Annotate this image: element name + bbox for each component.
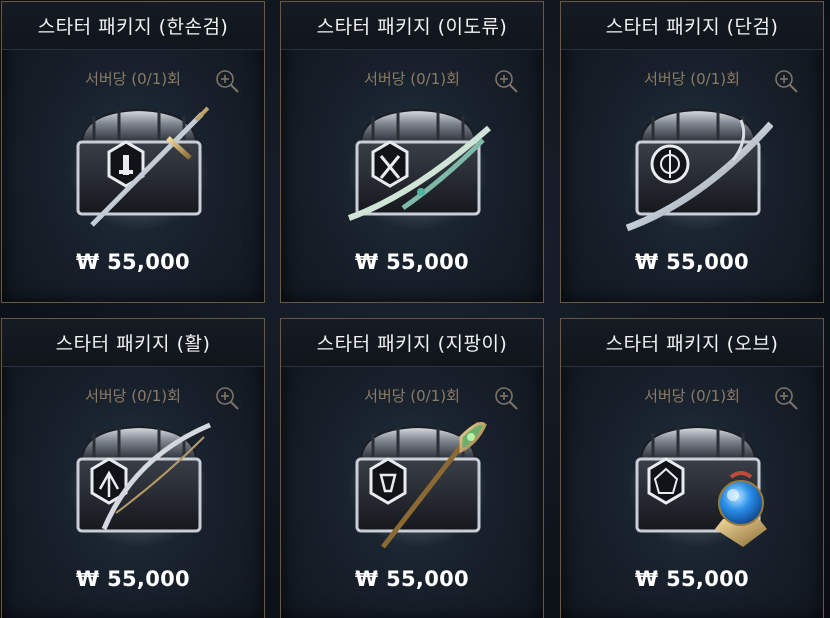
shop-grid: 스타터 패키지 (한손검) 서버당 (0/1)회 ₩ 55,000 스타터 패키…: [0, 0, 830, 618]
zoom-in-icon[interactable]: [493, 68, 519, 94]
price-label: ₩ 55,000: [76, 250, 190, 274]
package-card-staff[interactable]: 스타터 패키지 (지팡이) 서버당 (0/1)회 ₩ 55,000: [280, 318, 544, 618]
card-title: 스타터 패키지 (지팡이): [316, 333, 508, 355]
card-title: 스타터 패키지 (활): [55, 333, 211, 355]
chest-staff-image: [348, 421, 488, 549]
card-title-bar: 스타터 패키지 (단검): [561, 2, 823, 50]
card-title-bar: 스타터 패키지 (지팡이): [281, 319, 543, 367]
price-label: ₩ 55,000: [635, 250, 749, 274]
card-title: 스타터 패키지 (오브): [605, 333, 779, 355]
price-label: ₩ 55,000: [355, 567, 469, 591]
package-card-dagger[interactable]: 스타터 패키지 (단검) 서버당 (0/1)회 ₩ 55,000: [560, 1, 824, 303]
card-title-bar: 스타터 패키지 (한손검): [2, 2, 264, 50]
chest-bow-image: [69, 422, 211, 547]
chest-sword-image: [69, 106, 210, 230]
card-title-bar: 스타터 패키지 (활): [2, 319, 264, 367]
price-label: ₩ 55,000: [635, 567, 749, 591]
card-title-bar: 스타터 패키지 (이도류): [281, 2, 543, 50]
package-card-one-hand-sword[interactable]: 스타터 패키지 (한손검) 서버당 (0/1)회 ₩ 55,000: [1, 1, 265, 303]
zoom-in-icon[interactable]: [773, 385, 799, 411]
zoom-in-icon[interactable]: [214, 385, 240, 411]
card-title: 스타터 패키지 (한손검): [37, 16, 229, 38]
price-label: ₩ 55,000: [355, 250, 469, 274]
package-card-orb[interactable]: 스타터 패키지 (오브) 서버당 (0/1)회 ₩ 55,000: [560, 318, 824, 618]
zoom-in-icon[interactable]: [214, 68, 240, 94]
zoom-in-icon[interactable]: [493, 385, 519, 411]
chest-orb-image: [628, 425, 768, 547]
package-card-dual-blades[interactable]: 스타터 패키지 (이도류) 서버당 (0/1)회 ₩ 55,000: [280, 1, 544, 303]
chest-dual-blades-image: [347, 108, 491, 230]
card-title: 스타터 패키지 (이도류): [316, 16, 508, 38]
zoom-in-icon[interactable]: [773, 68, 799, 94]
package-card-bow[interactable]: 스타터 패키지 (활) 서버당 (0/1)회 ₩ 55,000: [1, 318, 265, 618]
price-label: ₩ 55,000: [76, 567, 190, 591]
card-title: 스타터 패키지 (단검): [605, 16, 779, 38]
chest-dagger-image: [625, 108, 773, 232]
card-title-bar: 스타터 패키지 (오브): [561, 319, 823, 367]
